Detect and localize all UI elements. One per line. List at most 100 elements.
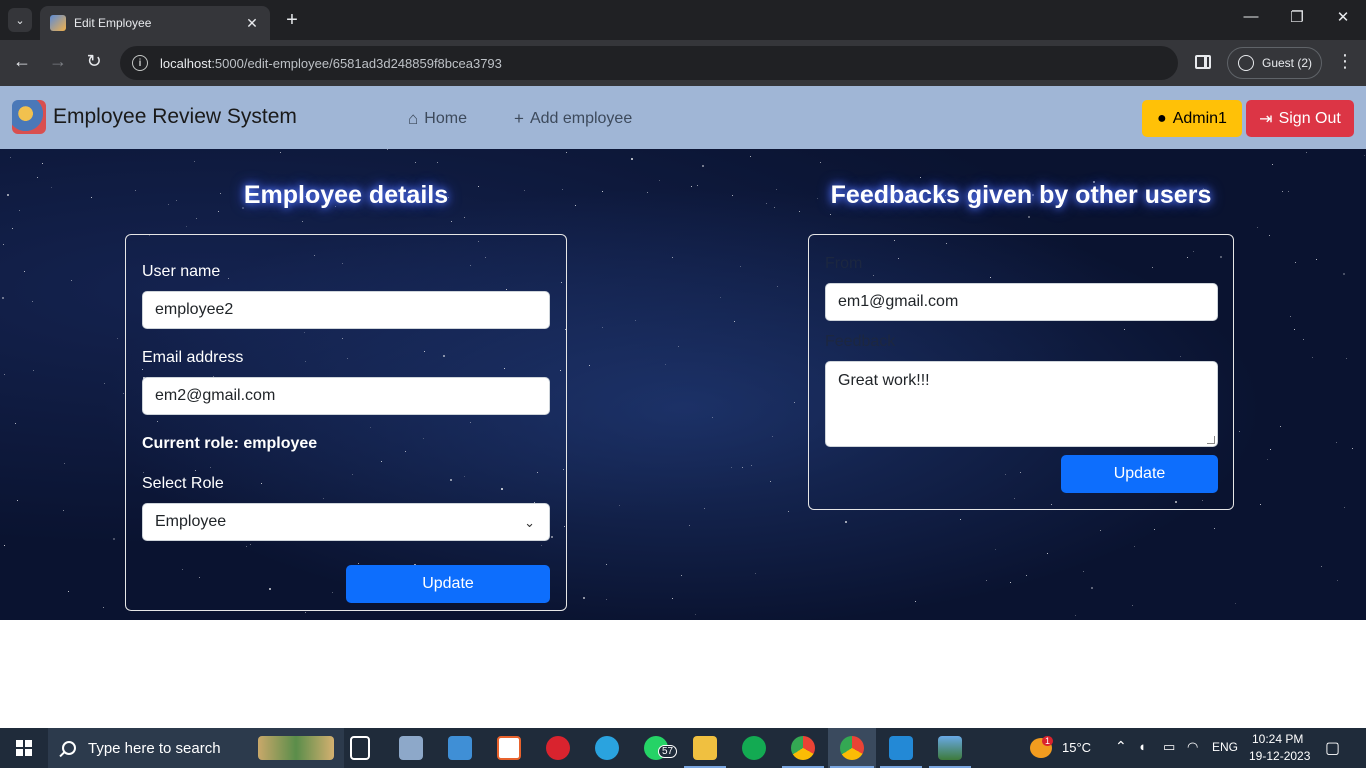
back-button[interactable]: ← (10, 51, 34, 72)
image-viewer-icon[interactable] (938, 736, 962, 760)
volume-icon[interactable]: ◖ (1138, 739, 1146, 754)
sign-out-label: Sign Out (1278, 109, 1341, 127)
star-decoration (1290, 316, 1291, 317)
star-decoration (1075, 615, 1076, 616)
temperature-text[interactable]: 15°C (1062, 740, 1091, 755)
email-input[interactable]: em2@gmail.com (142, 377, 550, 415)
role-select[interactable]: Employee ⌄ (142, 503, 550, 541)
star-decoration (659, 180, 660, 181)
star-decoration (1336, 442, 1337, 443)
chevron-up-icon[interactable]: ⌃ (1115, 738, 1127, 755)
role-select-value: Employee (155, 513, 227, 530)
address-bar[interactable]: i localhost:5000/edit-employee/6581ad3d2… (120, 46, 1178, 80)
profile-button[interactable]: Guest (2) (1227, 47, 1322, 79)
update-feedback-button[interactable]: Update (1061, 455, 1218, 493)
email-label: Email address (142, 349, 244, 366)
sign-out-button[interactable]: ⇥ Sign Out (1246, 100, 1354, 137)
chrome-icon[interactable] (840, 736, 864, 760)
browser-toolbar: ← → ↻ i localhost:5000/edit-employee/658… (0, 40, 1366, 86)
star-decoration (2, 297, 4, 299)
new-tab-button[interactable]: + (282, 9, 302, 32)
browser-tab[interactable]: Edit Employee ✕ (40, 6, 270, 40)
wifi-icon[interactable]: ◠ (1187, 739, 1198, 755)
star-decoration (606, 599, 607, 600)
side-panel-icon[interactable] (1195, 55, 1211, 69)
star-decoration (186, 226, 187, 227)
site-info-icon[interactable]: i (132, 55, 148, 71)
admin-button[interactable]: ● Admin1 (1142, 100, 1242, 137)
username-input[interactable]: employee2 (142, 291, 550, 329)
tab-title: Edit Employee (74, 16, 152, 30)
control-panel-icon[interactable] (448, 736, 472, 760)
windows-start-icon[interactable] (16, 740, 32, 756)
star-decoration (776, 189, 777, 190)
sign-out-icon: ⇥ (1259, 110, 1273, 128)
star-decoration (742, 467, 743, 468)
search-highlight-icon[interactable] (258, 736, 334, 760)
star-decoration (196, 218, 197, 219)
star-decoration (583, 597, 585, 599)
star-decoration (589, 365, 590, 366)
star-decoration (820, 162, 821, 163)
star-decoration (302, 221, 303, 222)
update-employee-button[interactable]: Update (346, 565, 550, 603)
tab-search-button[interactable]: ⌄ (8, 8, 32, 32)
star-decoration (42, 163, 43, 164)
opera-icon[interactable] (546, 736, 570, 760)
chrome-profile-icon[interactable] (791, 736, 815, 760)
language-indicator[interactable]: ENG (1212, 740, 1238, 754)
star-decoration (665, 364, 666, 365)
plus-icon: + (514, 109, 524, 128)
telegram-icon[interactable] (595, 736, 619, 760)
star-decoration (691, 186, 692, 187)
nav-add-employee-link[interactable]: + Add employee (514, 109, 632, 129)
star-decoration (731, 467, 732, 468)
nav-home-link[interactable]: ⌂ Home (408, 109, 467, 129)
star-decoration (702, 165, 704, 167)
close-tab-icon[interactable]: ✕ (244, 15, 260, 32)
more-options-icon[interactable]: ⋮ (1336, 51, 1354, 72)
star-decoration (1270, 449, 1271, 450)
sublime-app-icon[interactable] (497, 736, 521, 760)
brand-title[interactable]: Employee Review System (53, 105, 297, 129)
star-decoration (437, 162, 438, 163)
feedback-label: Feedback (825, 333, 896, 350)
mongodb-compass-icon[interactable] (742, 736, 766, 760)
star-decoration (1235, 603, 1236, 604)
star-decoration (51, 187, 52, 188)
star-decoration (995, 549, 996, 550)
star-decoration (1316, 259, 1317, 260)
clock-time[interactable]: 10:24 PM (1252, 732, 1303, 746)
reload-button[interactable]: ↻ (82, 51, 106, 72)
photos-app-icon[interactable] (399, 736, 423, 760)
star-decoration (635, 320, 636, 321)
vscode-icon[interactable] (889, 736, 913, 760)
star-decoration (712, 417, 713, 418)
restore-button[interactable]: ❐ (1287, 8, 1307, 26)
notification-icon[interactable]: ▢ (1325, 738, 1340, 758)
select-role-label: Select Role (142, 475, 224, 492)
star-decoration (697, 185, 698, 186)
from-input[interactable]: em1@gmail.com (825, 283, 1218, 321)
close-window-button[interactable]: ✕ (1333, 8, 1353, 26)
whatsapp-badge: 57 (658, 745, 678, 758)
star-decoration (1306, 152, 1307, 153)
forward-button[interactable]: → (46, 51, 70, 72)
star-decoration (1269, 235, 1270, 236)
resize-handle-icon[interactable] (1207, 436, 1215, 444)
task-view-icon[interactable] (350, 736, 370, 760)
star-decoration (672, 257, 673, 258)
star-decoration (387, 149, 388, 150)
star-decoration (734, 321, 735, 322)
star-decoration (755, 573, 756, 574)
file-explorer-icon[interactable] (693, 736, 717, 760)
minimize-button[interactable]: — (1241, 8, 1261, 25)
star-decoration (113, 538, 115, 540)
battery-icon[interactable]: ▭ (1163, 739, 1175, 755)
feedback-textarea[interactable]: Great work!!! (825, 361, 1218, 447)
app-logo (12, 100, 46, 134)
star-decoration (1260, 504, 1261, 505)
clock-date[interactable]: 19-12-2023 (1249, 749, 1310, 763)
star-decoration (123, 393, 124, 394)
star-decoration (845, 521, 847, 523)
